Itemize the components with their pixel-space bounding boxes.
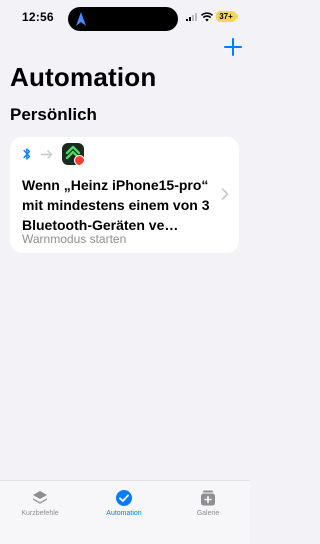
- plus-icon: [224, 38, 242, 56]
- arrow-right-icon: [41, 150, 53, 159]
- tab-automation[interactable]: Automation: [89, 489, 159, 517]
- status-time: 12:56: [22, 10, 54, 24]
- gallery-add-icon: [201, 490, 215, 506]
- add-automation-button[interactable]: [223, 37, 243, 57]
- battery-indicator: 37+: [216, 11, 236, 22]
- tab-label-automation: Automation: [106, 510, 142, 517]
- warnmodus-app-icon: [62, 143, 84, 165]
- navigation-arrow-icon: [76, 12, 86, 26]
- wifi-icon: [201, 12, 213, 22]
- automation-card[interactable]: Wenn „Heinz iPhone15-pro“ mit mindestens…: [10, 137, 239, 253]
- app-badge-icon: [74, 155, 84, 165]
- tab-kurzbefehle[interactable]: Kurzbefehle: [5, 489, 75, 517]
- tab-label-kurzbefehle: Kurzbefehle: [21, 510, 59, 517]
- automation-title: Wenn „Heinz iPhone15-pro“ mit mindestens…: [22, 177, 210, 233]
- page-title: Automation: [10, 62, 157, 92]
- layers-icon: [33, 491, 47, 504]
- tab-galerie[interactable]: Galerie: [173, 489, 243, 517]
- section-title: Persönlich: [10, 105, 97, 124]
- battery-tip: [236, 14, 238, 19]
- dynamic-island: [68, 7, 178, 31]
- bluetooth-icon: [23, 148, 31, 160]
- cellular-signal-icon: [186, 13, 197, 21]
- checkmark-clock-icon: [116, 490, 132, 506]
- automation-subtitle: Warnmodus starten: [22, 232, 127, 246]
- tab-label-galerie: Galerie: [196, 510, 220, 517]
- status-bar: 12:56 37+: [0, 0, 250, 36]
- tab-bar: Kurzbefehle Automation Galerie: [0, 480, 250, 544]
- chevron-right-icon: [221, 188, 229, 200]
